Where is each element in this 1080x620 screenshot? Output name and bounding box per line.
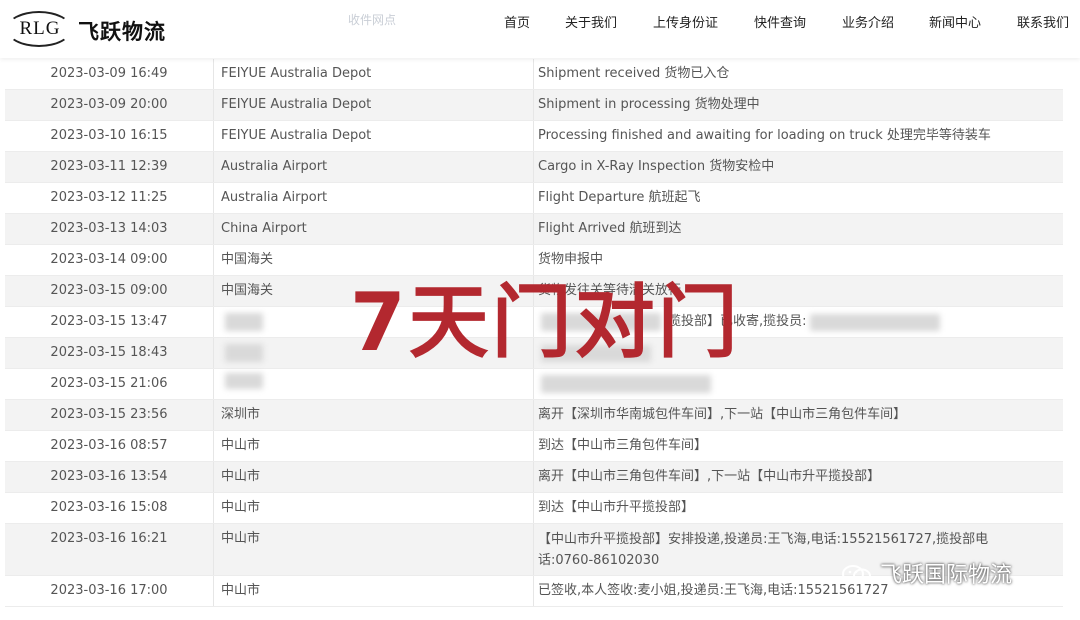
nav-upload-id[interactable]: 上传身份证 — [653, 12, 718, 31]
row-time: 2023-03-16 16:21 — [50, 531, 168, 546]
row-time: 2023-03-16 08:57 — [50, 438, 168, 453]
redacted-location — [225, 373, 263, 389]
row-time: 2023-03-11 12:39 — [50, 159, 168, 174]
row-description: Processing finished and awaiting for loa… — [538, 128, 991, 143]
table-row: 2023-03-11 12:39 Australia Airport Cargo… — [5, 152, 1063, 183]
row-time: 2023-03-15 09:00 — [50, 283, 168, 298]
nav-tracking[interactable]: 快件查询 — [754, 12, 806, 31]
main-nav: 首页 关于我们 上传身份证 快件查询 业务介绍 新闻中心 联系我们 — [0, 0, 1080, 40]
nav-business[interactable]: 业务介绍 — [842, 12, 894, 31]
site-header: RLG 飞跃物流 收件网点 首页 关于我们 上传身份证 快件查询 业务介绍 新闻… — [0, 0, 1080, 58]
row-description: Cargo in X-Ray Inspection 货物安检中 — [538, 159, 775, 174]
row-location: FEIYUE Australia Depot — [221, 128, 372, 143]
row-time: 2023-03-16 17:00 — [50, 583, 168, 598]
nav-news[interactable]: 新闻中心 — [929, 12, 981, 31]
redacted-text — [541, 375, 711, 393]
row-time: 2023-03-10 16:15 — [50, 128, 168, 143]
promo-overlay-text: 7天门对门 — [350, 276, 741, 369]
row-location: Australia Airport — [221, 190, 328, 205]
row-location: FEIYUE Australia Depot — [221, 66, 372, 81]
row-location: FEIYUE Australia Depot — [221, 97, 372, 112]
row-location: 中山市 — [221, 438, 261, 453]
row-time: 2023-03-13 14:03 — [50, 221, 168, 236]
row-time: 2023-03-12 11:25 — [50, 190, 168, 205]
row-time: 2023-03-16 13:54 — [50, 469, 168, 484]
row-description: 离开【深圳市华南城包件车间】,下一站【中山市三角包件车间】 — [538, 407, 907, 422]
row-location: 中山市 — [221, 469, 261, 484]
row-description: Shipment received 货物已入仓 — [538, 66, 730, 81]
row-time: 2023-03-15 18:43 — [50, 345, 168, 360]
table-row: 2023-03-09 16:49 FEIYUE Australia Depot … — [5, 59, 1063, 90]
row-description: Flight Departure 航班起飞 — [538, 190, 701, 205]
table-row: 2023-03-16 08:57 中山市 到达【中山市三角包件车间】 — [5, 431, 1063, 462]
nav-about[interactable]: 关于我们 — [565, 12, 617, 31]
row-time: 2023-03-09 20:00 — [50, 97, 168, 112]
row-time: 2023-03-15 13:47 — [50, 314, 168, 329]
redacted-location — [225, 344, 263, 362]
nav-home[interactable]: 首页 — [504, 12, 530, 31]
table-row: 2023-03-10 16:15 FEIYUE Australia Depot … — [5, 121, 1063, 152]
row-time: 2023-03-16 15:08 — [50, 500, 168, 515]
table-row: 2023-03-15 23:56 深圳市 离开【深圳市华南城包件车间】,下一站【… — [5, 400, 1063, 431]
row-location: 中山市 — [221, 531, 261, 546]
wechat-icon — [842, 565, 871, 584]
row-description: Flight Arrived 航班到达 — [538, 221, 682, 236]
row-location: 中山市 — [221, 500, 261, 515]
row-time: 2023-03-15 23:56 — [50, 407, 168, 422]
watermark-text: 飞跃国际物流 — [880, 563, 1013, 588]
row-time: 2023-03-09 16:49 — [50, 66, 168, 81]
row-location: Australia Airport — [221, 159, 328, 174]
row-location: 深圳市 — [221, 407, 261, 422]
row-description: Shipment in processing 货物处理中 — [538, 97, 760, 112]
table-row: 2023-03-12 11:25 Australia Airport Fligh… — [5, 183, 1063, 214]
table-row: 2023-03-16 15:08 中山市 到达【中山市升平揽投部】 — [5, 493, 1063, 524]
row-time: 2023-03-15 21:06 — [50, 376, 168, 391]
wechat-watermark: 飞跃国际物流 — [840, 557, 1012, 589]
row-location: 中山市 — [221, 583, 261, 598]
row-description: 到达【中山市升平揽投部】 — [538, 500, 695, 515]
redacted-location — [225, 313, 263, 331]
table-row: 2023-03-09 20:00 FEIYUE Australia Depot … — [5, 90, 1063, 121]
row-description: 到达【中山市三角包件车间】 — [538, 438, 708, 453]
row-description: 离开【中山市三角包件车间】,下一站【中山市升平揽投部】 — [538, 469, 881, 484]
row-location: China Airport — [221, 221, 307, 236]
table-row: 2023-03-16 13:54 中山市 离开【中山市三角包件车间】,下一站【中… — [5, 462, 1063, 493]
row-time: 2023-03-14 09:00 — [50, 252, 168, 267]
nav-contact[interactable]: 联系我们 — [1017, 12, 1069, 31]
redacted-text — [810, 314, 940, 331]
table-row: 2023-03-13 14:03 China Airport Flight Ar… — [5, 214, 1063, 245]
